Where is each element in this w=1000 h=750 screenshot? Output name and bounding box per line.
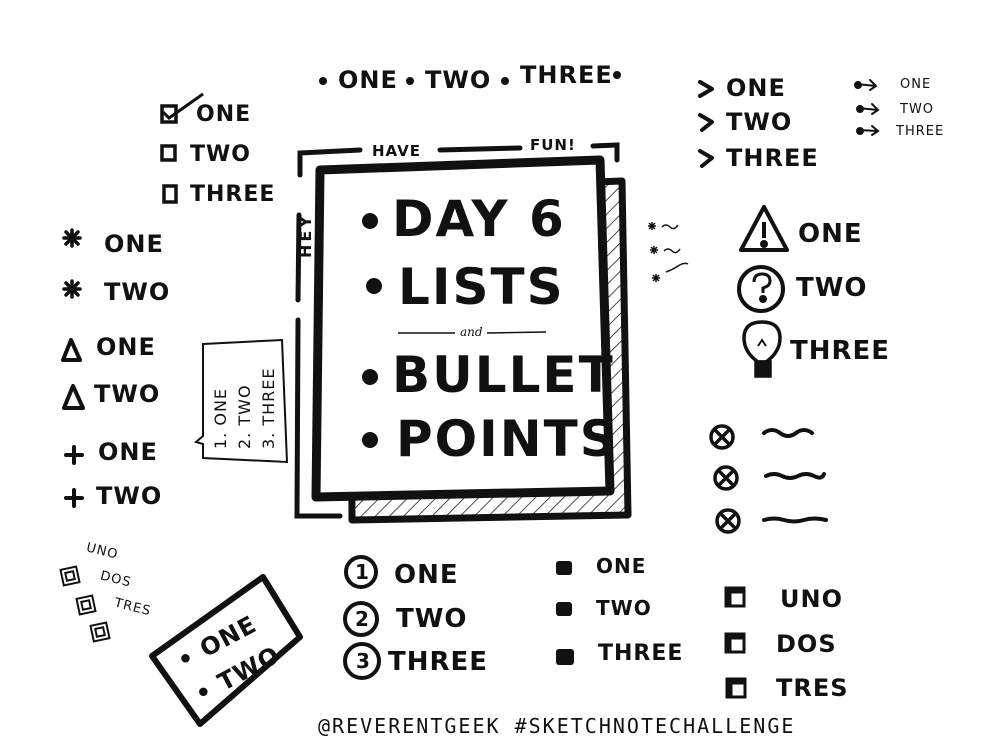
small-arrow-icons [854,79,880,136]
title-bullet: BULLET [392,346,615,404]
checkbox-list-item: THREE [190,182,276,207]
small-arrow-list-item: THREE [896,124,945,139]
plus-list-item: ONE [98,438,158,466]
asterisk-list-item: ONE [104,230,164,258]
plus-icons [64,445,84,508]
asterisk-list-item: TWO [104,278,171,306]
title-points: POINTS [396,410,618,468]
rotated-note-list: 1. ONE 2. TWO 3. THREE [203,345,287,457]
triangle-icons [61,338,85,410]
title-day: DAY 6 [392,190,566,248]
top-row-three: THREE [520,61,613,89]
icon-list-item: TWO [796,273,868,303]
circled-x-icons [709,424,828,534]
number-2: 2 [355,607,370,631]
number-1: 1 [355,560,370,584]
question-circle-icon [737,265,785,313]
square-list-item: THREE [598,641,684,666]
filled-squares [556,561,574,665]
icon-list-item: ONE [798,219,863,249]
star-squiggles [648,222,689,282]
top-row-one: ONE [338,66,398,94]
checkbox-list-item: TWO [190,142,251,167]
plus-list-item: TWO [96,482,163,510]
frame-label-have: HAVE [372,142,421,160]
square-list-item: TWO [596,596,652,620]
title-lists: LISTS [398,258,565,316]
triangle-list-item: ONE [96,333,156,361]
square-list-item: ONE [596,554,647,578]
frame-label-hey: HEY [296,213,315,258]
checkbox-list-item: ONE [196,102,252,127]
frame-label-fun: FUN! [530,136,576,154]
top-row-two: TWO [425,66,492,94]
arrow-list-item: THREE [726,144,819,172]
asterisk-icons [62,228,82,299]
arrow-list-item: ONE [726,74,786,102]
note-list-item: 2. TWO [235,384,254,449]
number-3: 3 [356,649,371,673]
numbered-list-item: THREE [388,647,489,677]
lightbulb-icon [742,320,782,378]
note-list-item: 3. THREE [259,367,278,450]
warning-triangle-icon [739,205,789,252]
numbered-list-item: TWO [396,604,468,634]
cube-list-item: UNO [780,585,843,613]
cube-list-item: TRES [776,674,849,702]
triangle-list-item: TWO [94,380,161,408]
title-and: and [460,325,483,339]
footer-credit: @REVERENTGEEK #SKETCHNOTECHALLENGE [318,714,796,738]
numbered-list-item: ONE [394,560,459,590]
note-list-item: 1. ONE [211,387,230,449]
arrow-list-item: TWO [726,108,793,136]
cube-icons [724,586,747,699]
arrow-icons [698,80,714,168]
small-arrow-list-item: TWO [900,102,935,117]
cube-list-item: DOS [776,630,837,658]
small-arrow-list-item: ONE [900,77,932,92]
icon-list-item: THREE [790,336,891,366]
